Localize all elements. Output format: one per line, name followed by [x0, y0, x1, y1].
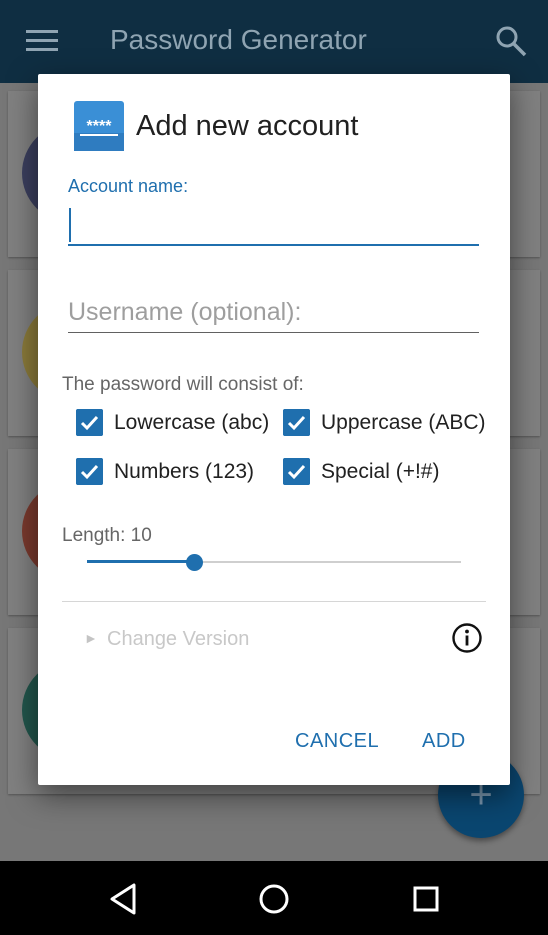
checkbox-checked-icon: [283, 458, 310, 485]
info-icon[interactable]: [451, 622, 483, 654]
search-icon[interactable]: [494, 24, 528, 58]
slider-fill: [87, 560, 194, 563]
add-button[interactable]: ADD: [422, 730, 466, 753]
back-triangle-icon[interactable]: [104, 879, 144, 919]
account-name-field[interactable]: [68, 204, 479, 246]
icon-stars-text: ****: [87, 118, 113, 135]
expand-arrow-icon[interactable]: ►: [84, 630, 98, 646]
lowercase-label: Lowercase (abc): [114, 411, 270, 434]
checkbox-checked-icon: [76, 458, 103, 485]
slider-thumb[interactable]: [186, 554, 203, 571]
app-bar: Password Generator: [0, 0, 548, 83]
divider: [62, 601, 486, 602]
menu-icon[interactable]: [26, 30, 58, 52]
length-slider[interactable]: [87, 552, 461, 572]
username-field[interactable]: [68, 292, 479, 333]
special-label: Special (+!#): [321, 460, 440, 483]
home-circle-icon[interactable]: [254, 879, 294, 919]
recents-square-icon[interactable]: [406, 879, 446, 919]
account-name-label: Account name:: [68, 176, 189, 196]
numbers-label: Numbers (123): [114, 460, 255, 483]
add-account-dialog: **** Add new account Account name: The p…: [38, 74, 510, 785]
checkbox-checked-icon: [76, 409, 103, 436]
app-title: Password Generator: [110, 24, 367, 55]
system-nav-bar: [0, 861, 548, 935]
consist-label: The password will consist of:: [62, 374, 304, 395]
uppercase-label: Uppercase (ABC): [321, 411, 486, 434]
checkbox-checked-icon: [283, 409, 310, 436]
length-label: Length: 10: [62, 525, 152, 546]
text-cursor: [69, 208, 71, 242]
change-version-toggle[interactable]: Change Version: [107, 628, 249, 651]
cancel-button[interactable]: CANCEL: [295, 730, 379, 753]
password-stars-icon: ****: [74, 101, 124, 151]
dialog-title: Add new account: [136, 110, 359, 142]
